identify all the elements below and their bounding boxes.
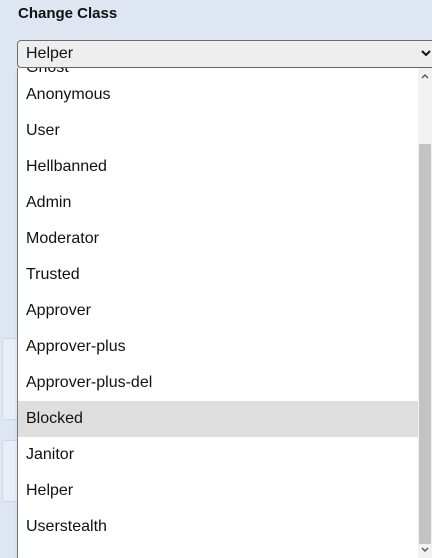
class-select-value: Helper xyxy=(26,45,74,62)
option-approver-plus-del[interactable]: Approver-plus-del xyxy=(18,365,418,401)
scroll-down-arrow-icon[interactable] xyxy=(419,544,431,556)
panel-title: Change Class xyxy=(18,5,118,22)
class-dropdown-list[interactable]: Ghost Anonymous User Hellbanned Admin Mo… xyxy=(17,68,432,558)
option-user[interactable]: User xyxy=(18,113,418,149)
option-userstealth[interactable]: Userstealth xyxy=(18,509,418,545)
option-moderator[interactable]: Moderator xyxy=(18,221,418,257)
option-admin[interactable]: Admin xyxy=(18,185,418,221)
option-trusted[interactable]: Trusted xyxy=(18,257,418,293)
option-blocked[interactable]: Blocked xyxy=(18,401,418,437)
option-hellbanned[interactable]: Hellbanned xyxy=(18,149,418,185)
scroll-up-arrow-icon[interactable] xyxy=(419,70,431,82)
scroll-thumb[interactable] xyxy=(419,144,431,544)
dropdown-scrollbar[interactable] xyxy=(418,68,432,558)
chevron-down-icon xyxy=(421,50,431,57)
option-approver-plus[interactable]: Approver-plus xyxy=(18,329,418,365)
option-approver[interactable]: Approver xyxy=(18,293,418,329)
option-janitor[interactable]: Janitor xyxy=(18,437,418,473)
option-anonymous[interactable]: Anonymous xyxy=(18,77,418,113)
class-select[interactable]: Helper xyxy=(17,40,432,68)
option-helper[interactable]: Helper xyxy=(18,473,418,509)
